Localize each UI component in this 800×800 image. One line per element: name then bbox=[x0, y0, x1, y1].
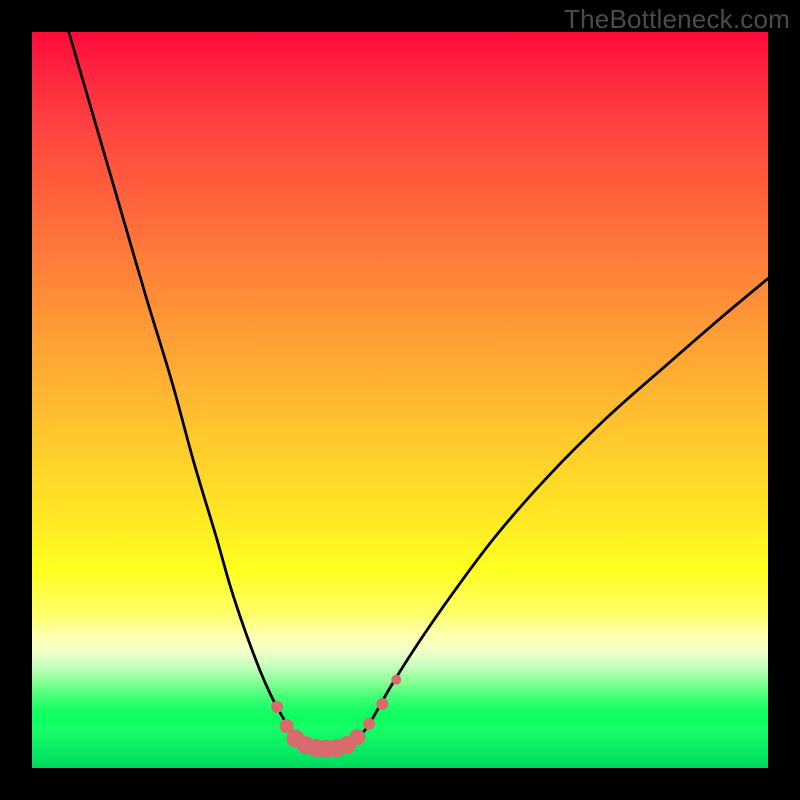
data-marker bbox=[349, 729, 365, 745]
chart-frame: TheBottleneck.com bbox=[0, 0, 800, 800]
plot-area bbox=[32, 32, 768, 768]
watermark-text: TheBottleneck.com bbox=[564, 4, 790, 35]
data-marker bbox=[391, 675, 401, 685]
curve-markers bbox=[271, 675, 401, 758]
bottleneck-curve bbox=[69, 32, 768, 748]
curve-layer bbox=[32, 32, 768, 768]
curve-path bbox=[69, 32, 768, 748]
data-marker bbox=[363, 718, 375, 730]
data-marker bbox=[376, 698, 388, 710]
data-marker bbox=[271, 701, 283, 713]
